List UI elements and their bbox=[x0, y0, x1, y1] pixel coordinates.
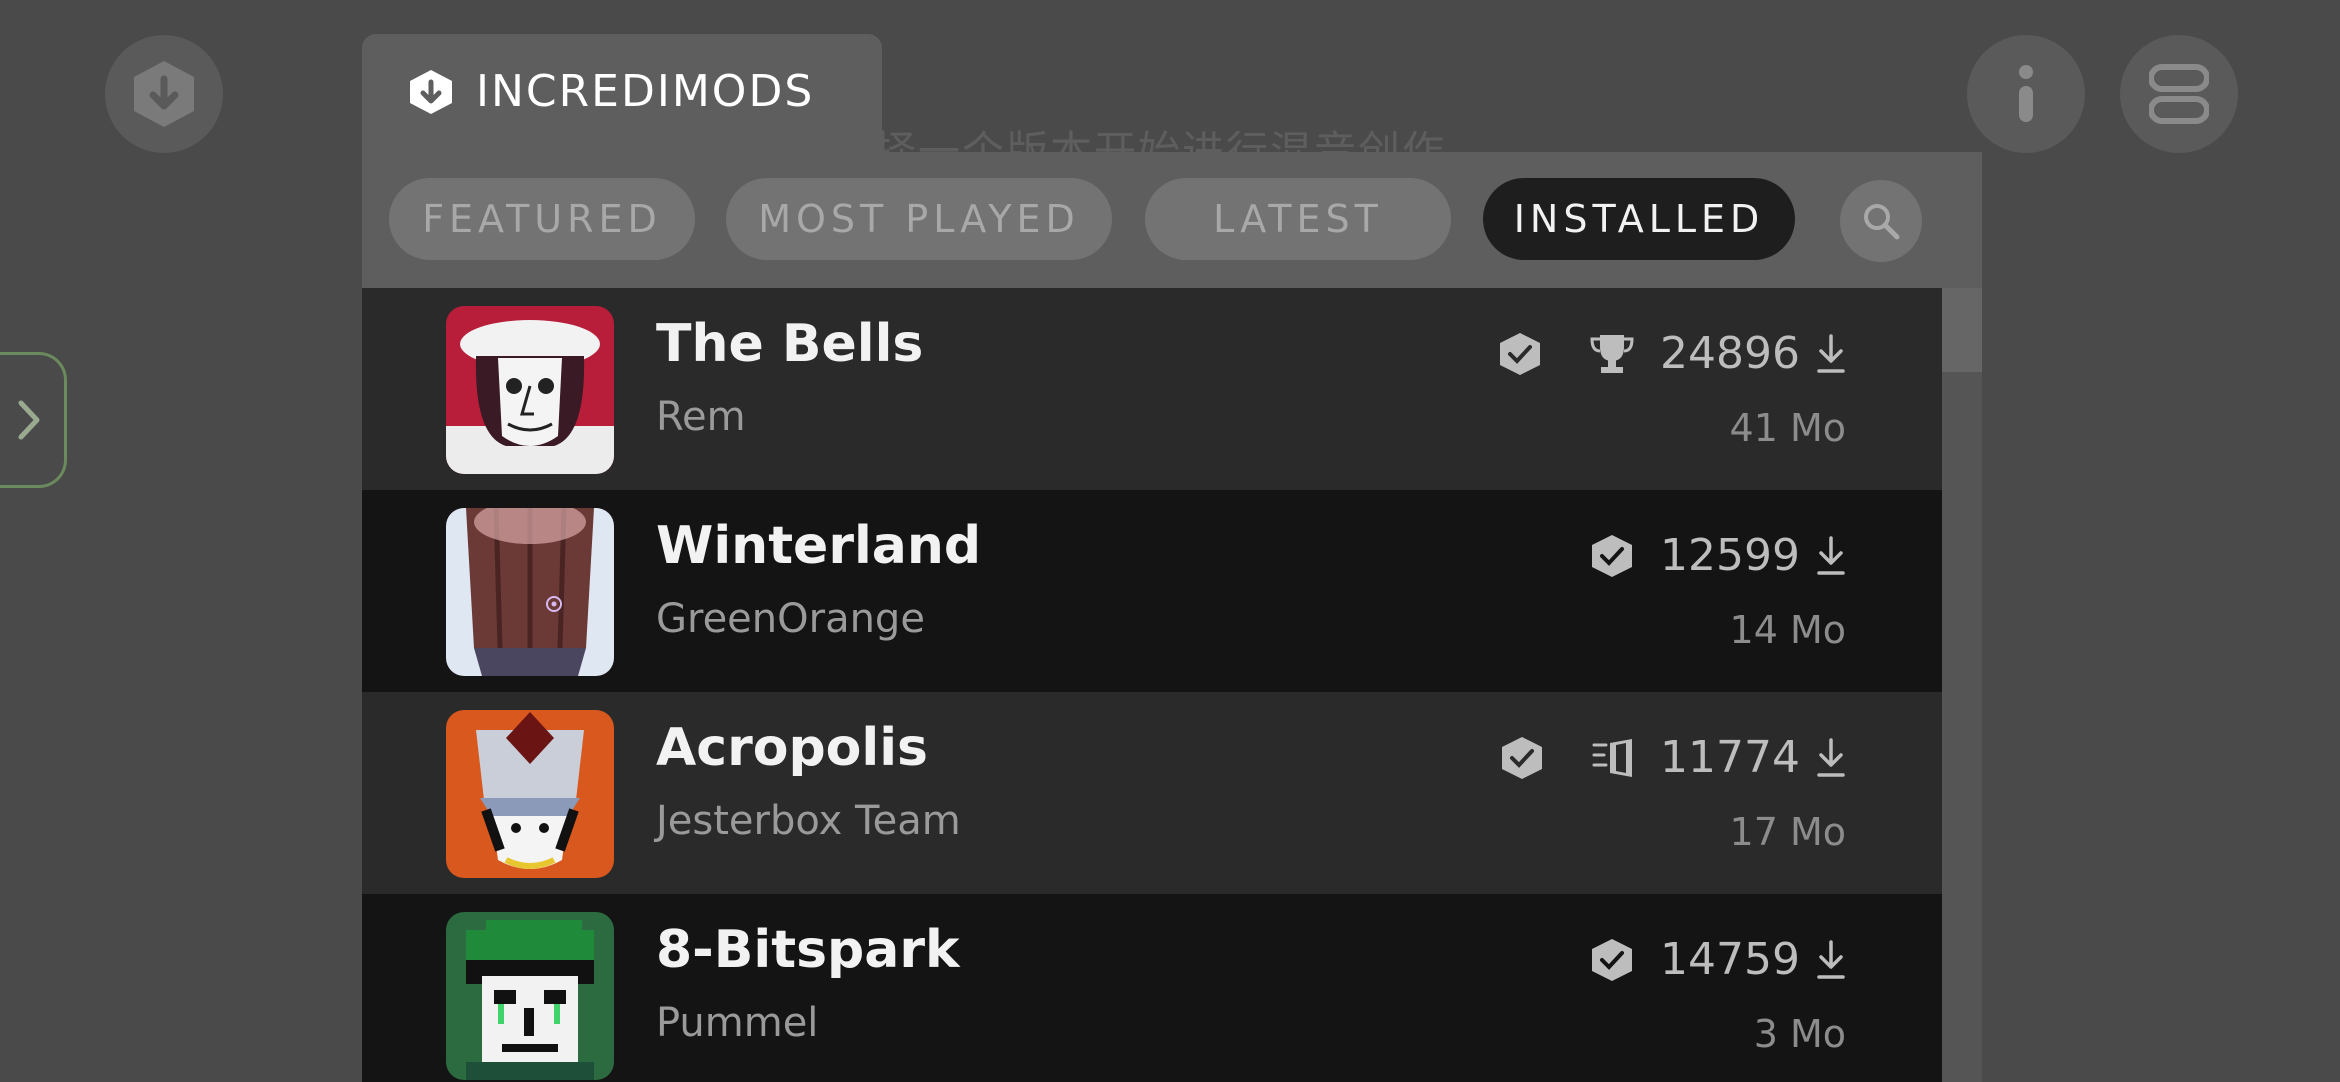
mod-age: 17 Mo bbox=[1729, 810, 1846, 854]
mod-stats: 24896 bbox=[1498, 328, 1846, 379]
list-item[interactable]: Winterland GreenOrange 12599 14 Mo bbox=[362, 490, 1942, 692]
verified-icon bbox=[1592, 938, 1633, 981]
info-icon bbox=[2019, 65, 2033, 122]
mods-panel: FEATURED MOST PLAYED LATEST INSTALLED Th… bbox=[362, 152, 1982, 1082]
settings-toggle-button[interactable] bbox=[2120, 35, 2238, 153]
mod-author: Rem bbox=[656, 394, 746, 440]
mod-thumbnail-the-bells bbox=[446, 306, 614, 474]
tab-latest[interactable]: LATEST bbox=[1145, 178, 1451, 260]
mod-stats: 14759 bbox=[1590, 934, 1846, 985]
tab-featured[interactable]: FEATURED bbox=[389, 178, 695, 260]
mod-name: 8-Bitspark bbox=[656, 920, 960, 980]
trophy-icon bbox=[1590, 334, 1634, 373]
scrollbar-track[interactable] bbox=[1942, 288, 1982, 1082]
download-count: 14759 bbox=[1660, 934, 1800, 985]
list-item[interactable]: The Bells Rem 24896 41 Mo bbox=[362, 288, 1942, 490]
list-item[interactable]: Acropolis Jesterbox Team 11774 17 Mo bbox=[362, 692, 1942, 894]
list-item[interactable]: 8-Bitspark Pummel 14759 3 Mo bbox=[362, 894, 1942, 1082]
tab-most-played[interactable]: MOST PLAYED bbox=[726, 178, 1112, 260]
mod-thumbnail-winterland bbox=[446, 508, 614, 676]
mods-list: The Bells Rem 24896 41 Mo Winterland Gre… bbox=[362, 288, 1942, 1082]
mod-thumbnail-8-bitspark bbox=[446, 912, 614, 1080]
mod-age: 3 Mo bbox=[1753, 1012, 1846, 1056]
verified-icon bbox=[1500, 332, 1541, 375]
mod-thumbnail-acropolis bbox=[446, 710, 614, 878]
mod-age: 41 Mo bbox=[1729, 406, 1846, 450]
search-icon bbox=[1864, 204, 1900, 240]
download-count: 11774 bbox=[1660, 732, 1800, 783]
filter-bar: FEATURED MOST PLAYED LATEST INSTALLED bbox=[362, 152, 1982, 288]
download-count: 12599 bbox=[1660, 530, 1800, 581]
incredimods-logo-icon bbox=[410, 69, 452, 114]
incredimods-title: INCREDIMODS bbox=[476, 66, 815, 117]
incredimods-tab: INCREDIMODS bbox=[362, 34, 882, 164]
mod-stats: 11774 bbox=[1500, 732, 1846, 783]
mod-name: Acropolis bbox=[656, 718, 928, 778]
mod-author: Pummel bbox=[656, 1000, 819, 1046]
download-icon bbox=[1817, 737, 1845, 777]
chevron-right-icon bbox=[18, 400, 40, 440]
cube-download-icon bbox=[134, 61, 194, 127]
search-button[interactable] bbox=[1840, 180, 1922, 262]
mod-name: The Bells bbox=[656, 314, 924, 374]
download-icon bbox=[1817, 535, 1845, 575]
mod-author: GreenOrange bbox=[656, 596, 925, 642]
mod-age: 14 Mo bbox=[1729, 608, 1846, 652]
incredibox-logo-button[interactable] bbox=[105, 35, 223, 153]
scrollbar-thumb[interactable] bbox=[1942, 288, 1982, 372]
sidebar-expand-button[interactable] bbox=[0, 352, 67, 488]
verified-icon bbox=[1592, 534, 1633, 577]
open-door-icon bbox=[1592, 738, 1633, 777]
mod-name: Winterland bbox=[656, 516, 982, 576]
verified-icon bbox=[1502, 736, 1543, 779]
download-count: 24896 bbox=[1660, 328, 1800, 379]
mod-stats: 12599 bbox=[1590, 530, 1846, 581]
tab-installed[interactable]: INSTALLED bbox=[1483, 178, 1795, 260]
download-icon bbox=[1817, 333, 1845, 373]
download-icon bbox=[1817, 939, 1845, 979]
mod-author: Jesterbox Team bbox=[656, 798, 961, 844]
info-button[interactable] bbox=[1967, 35, 2085, 153]
toggle-switches-icon bbox=[2149, 64, 2209, 124]
